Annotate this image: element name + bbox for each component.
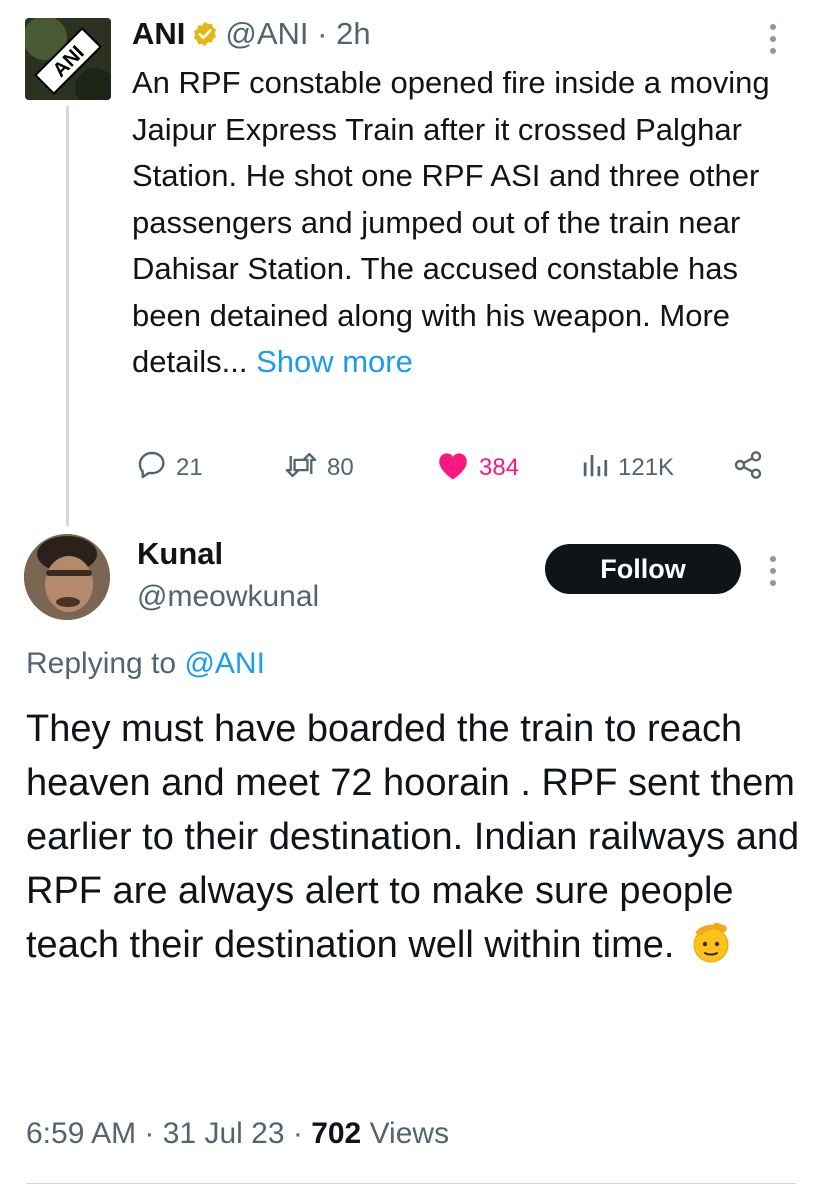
views-icon <box>580 450 610 487</box>
reply-author-handle[interactable]: @meowkunal <box>137 577 319 617</box>
author-name[interactable]: ANI <box>132 16 185 51</box>
share-icon <box>732 449 764 488</box>
saluting-face-icon <box>689 921 733 980</box>
reply-icon <box>136 449 168 488</box>
share-action[interactable] <box>732 448 764 488</box>
reply-views-label: Views <box>369 1117 450 1150</box>
parent-tweet-header: ANI @ANI · 2h <box>132 14 371 58</box>
meta-separator: · <box>308 16 337 51</box>
author-handle[interactable]: @ANI <box>225 16 308 51</box>
retweet-count: 80 <box>327 454 354 481</box>
more-dots-icon[interactable] <box>768 22 778 56</box>
kunal-avatar[interactable] <box>24 534 110 620</box>
reply-views-count: 702 <box>311 1117 362 1150</box>
thread-connector-line <box>66 106 69 526</box>
reply-date[interactable]: 31 Jul 23 <box>163 1117 285 1150</box>
replying-to: Replying to @ANI <box>26 644 265 684</box>
follow-button[interactable]: Follow <box>545 544 741 594</box>
reply-author-name[interactable]: Kunal <box>137 534 223 574</box>
reply-more-dots-icon[interactable] <box>768 554 778 588</box>
heart-icon <box>435 449 471 488</box>
reply-count: 21 <box>176 454 203 481</box>
show-more-link[interactable]: Show more <box>256 344 413 379</box>
ani-avatar[interactable]: ANI <box>25 18 111 100</box>
tweet-time[interactable]: 2h <box>336 16 370 51</box>
retweet-icon <box>283 449 319 488</box>
replying-prefix: Replying to <box>26 647 177 680</box>
retweet-action[interactable]: 80 <box>283 448 354 488</box>
parent-tweet-body: An RPF constable opened fire inside a mo… <box>132 65 770 379</box>
reply-timestamp[interactable]: 6:59 AM <box>26 1117 136 1150</box>
views-action[interactable]: 121K <box>580 448 674 488</box>
reply-tweet-text: They must have boarded the train to reac… <box>26 702 806 980</box>
verified-badge-icon <box>191 18 219 58</box>
parent-tweet-text: An RPF constable opened fire inside a mo… <box>132 60 802 386</box>
footer-separator: · <box>284 1117 312 1150</box>
like-count: 384 <box>479 454 520 481</box>
tweet-footer: 6:59 AM · 31 Jul 23 · 702 Views <box>26 1112 449 1156</box>
reply-tweet-body: They must have boarded the train to reac… <box>26 708 800 966</box>
reply-action[interactable]: 21 <box>136 448 203 488</box>
views-count: 121K <box>618 454 675 481</box>
like-action[interactable]: 384 <box>435 448 519 488</box>
footer-separator: · <box>136 1117 163 1150</box>
divider <box>26 1183 796 1184</box>
replying-mention-link[interactable]: @ANI <box>184 647 264 680</box>
